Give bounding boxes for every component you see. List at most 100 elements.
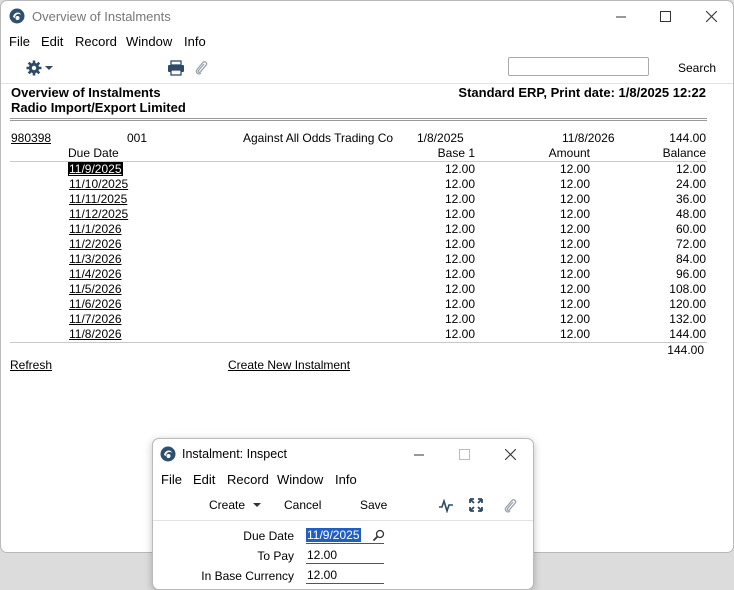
minimize-button[interactable] — [598, 1, 644, 32]
col-balance: Balance — [662, 146, 706, 160]
row-amount: 12.00 — [559, 222, 590, 236]
create-new-instalment-link[interactable]: Create New Instalment — [228, 358, 350, 372]
grand-total: 144.00 — [667, 343, 704, 357]
table-row: 11/6/2026 12.00 12.00 120.00 — [1, 297, 733, 312]
dialog-attach-button[interactable] — [503, 497, 517, 518]
row-base: 12.00 — [444, 282, 475, 296]
dialog-maximize-button[interactable] — [441, 439, 487, 469]
start-date: 1/8/2025 — [417, 131, 464, 145]
menu-file[interactable]: File — [161, 472, 182, 487]
dialog-titlebar[interactable]: Instalment: Inspect — [153, 439, 533, 469]
app-logo-icon — [9, 8, 25, 24]
row-base: 12.00 — [444, 312, 475, 326]
due-date-link[interactable]: 11/2/2026 — [69, 237, 122, 251]
magnifier-icon[interactable] — [372, 529, 385, 542]
menu-info[interactable]: Info — [184, 34, 206, 49]
menu-file[interactable]: File — [9, 34, 30, 49]
create-menu-button[interactable]: Create — [209, 498, 262, 512]
search-button[interactable]: Search — [678, 61, 716, 75]
due-date-label: Due Date — [243, 529, 294, 543]
due-date-link[interactable]: 11/1/2026 — [69, 222, 122, 236]
due-date-link[interactable]: 11/11/2025 — [69, 192, 127, 206]
close-icon — [705, 11, 717, 22]
row-amount: 12.00 — [559, 177, 590, 191]
menu-info[interactable]: Info — [335, 472, 357, 487]
header-divider-2 — [10, 120, 707, 121]
row-amount: 12.00 — [559, 237, 590, 251]
operations-menu-button[interactable] — [25, 59, 57, 77]
to-pay-label: To Pay — [257, 549, 294, 563]
due-date-link[interactable]: 11/6/2026 — [69, 297, 122, 311]
base-currency-field[interactable]: 12.00 — [306, 568, 384, 584]
row-base: 12.00 — [444, 192, 475, 206]
menu-window[interactable]: Window — [126, 34, 172, 49]
due-date-link[interactable]: 11/3/2026 — [69, 252, 122, 266]
expand-button[interactable] — [469, 498, 483, 515]
maximize-icon — [659, 11, 671, 22]
row-amount: 12.00 — [559, 312, 590, 326]
menu-window[interactable]: Window — [277, 472, 323, 487]
company-name: Radio Import/Export Limited — [11, 100, 186, 115]
row-balance: 72.00 — [675, 237, 706, 251]
main-menubar: File Edit Record Window Info — [1, 32, 733, 52]
table-row: 11/4/2026 12.00 12.00 96.00 — [1, 267, 733, 282]
row-base: 12.00 — [444, 267, 475, 281]
gear-icon — [26, 60, 53, 76]
row-base: 12.00 — [444, 162, 475, 176]
header-divider — [10, 118, 707, 119]
dialog-close-button[interactable] — [487, 439, 533, 469]
activity-button[interactable] — [438, 498, 454, 516]
dialog-minimize-button[interactable] — [396, 439, 442, 469]
main-window-title: Overview of Instalments — [32, 9, 171, 24]
expand-arrows-icon — [469, 498, 483, 512]
row-balance: 108.00 — [669, 282, 706, 296]
column-headers: Due Date Base 1 Amount Balance — [1, 146, 733, 161]
to-pay-value: 12.00 — [307, 548, 338, 562]
due-date-link[interactable]: 11/8/2026 — [69, 327, 122, 341]
report-title: Overview of Instalments — [11, 85, 161, 100]
maximize-button[interactable] — [642, 1, 688, 32]
due-date-link[interactable]: 11/12/2025 — [69, 207, 128, 221]
menu-edit[interactable]: Edit — [193, 472, 215, 487]
table-row: 11/2/2026 12.00 12.00 72.00 — [1, 237, 733, 252]
due-date-link[interactable]: 11/10/2025 — [69, 177, 128, 191]
menu-record[interactable]: Record — [75, 34, 117, 49]
search-input[interactable] — [508, 57, 649, 76]
record-number-link[interactable]: 980398 — [11, 131, 51, 145]
refresh-link[interactable]: Refresh — [10, 358, 52, 372]
attach-button[interactable] — [194, 59, 208, 77]
row-balance: 36.00 — [675, 192, 706, 206]
cancel-button[interactable]: Cancel — [284, 498, 321, 512]
row-base: 12.00 — [444, 207, 475, 221]
col-base: Base 1 — [437, 146, 475, 160]
main-titlebar[interactable]: Overview of Instalments — [1, 1, 733, 32]
row-amount: 12.00 — [559, 252, 590, 266]
menu-record[interactable]: Record — [227, 472, 269, 487]
dialog-toolbar: Create Cancel Save — [153, 491, 533, 521]
row-base: 12.00 — [444, 177, 475, 191]
table-row: 11/8/2026 12.00 12.00 144.00 — [1, 327, 733, 342]
row-base: 12.00 — [444, 297, 475, 311]
close-button[interactable] — [688, 1, 733, 32]
total-divider — [10, 342, 707, 343]
due-date-link[interactable]: 11/4/2026 — [69, 267, 122, 281]
table-row: 11/11/2025 12.00 12.00 36.00 — [1, 192, 733, 207]
paperclip-icon — [504, 499, 517, 513]
due-date-link[interactable]: 11/9/2025 — [68, 162, 123, 176]
row-balance: 24.00 — [675, 177, 706, 191]
print-button[interactable] — [167, 60, 185, 76]
col-amount: Amount — [548, 146, 590, 160]
due-date-link[interactable]: 11/7/2026 — [69, 312, 122, 326]
dialog-title: Instalment: Inspect — [182, 447, 287, 461]
table-row: 11/1/2026 12.00 12.00 60.00 — [1, 222, 733, 237]
save-button[interactable]: Save — [360, 498, 387, 512]
base-currency-value: 12.00 — [307, 568, 338, 582]
row-amount: 12.00 — [559, 327, 590, 341]
menu-edit[interactable]: Edit — [41, 34, 63, 49]
activity-pulse-icon — [439, 498, 453, 514]
row-balance: 48.00 — [675, 207, 706, 221]
row-balance: 120.00 — [669, 297, 706, 311]
to-pay-field[interactable]: 12.00 — [306, 548, 384, 564]
row-balance: 144.00 — [669, 327, 706, 341]
due-date-link[interactable]: 11/5/2026 — [69, 282, 122, 296]
